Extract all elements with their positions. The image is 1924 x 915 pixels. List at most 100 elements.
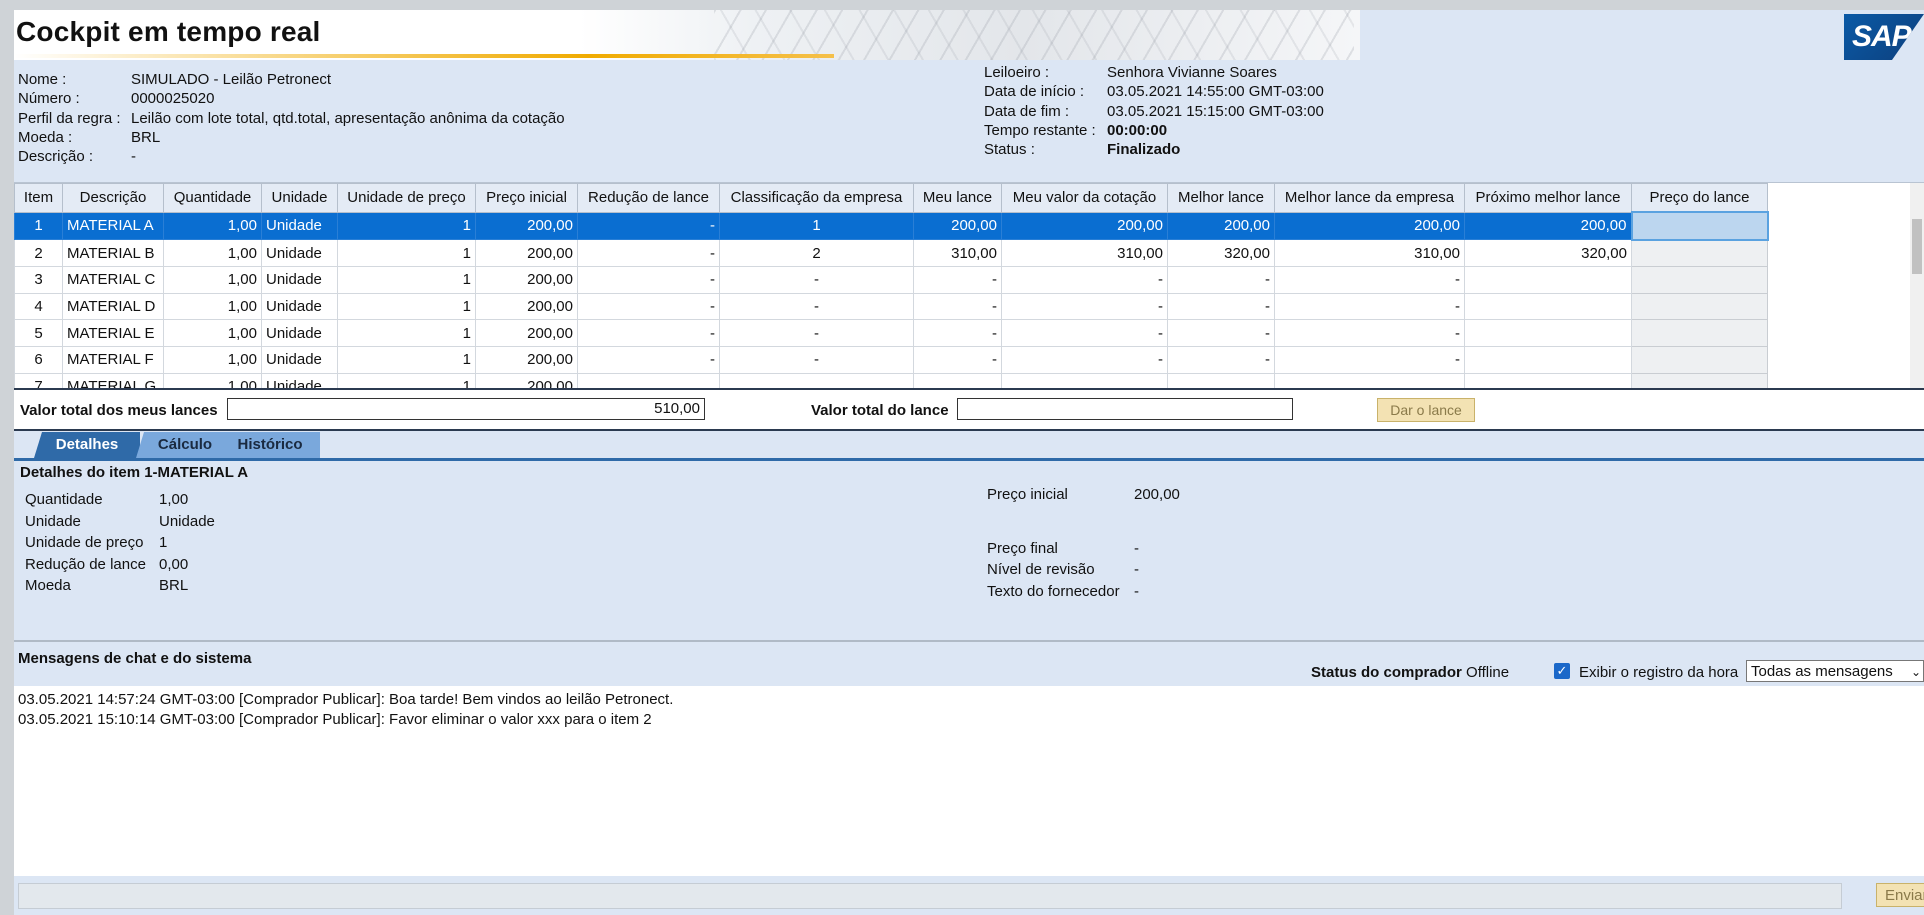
scrollbar-thumb[interactable] [1912,219,1922,274]
tab-calculo[interactable]: Cálculo [136,432,234,458]
chat-message-input[interactable] [18,883,1842,909]
column-header[interactable]: Meu valor da cotação [1001,183,1168,213]
table-cell: Unidade [261,266,338,294]
table-cell: 200,00 [1167,211,1275,241]
column-header[interactable]: Unidade [261,183,338,213]
table-cell: - [1274,266,1465,294]
table-cell: 1 [337,211,476,241]
table-cell: MATERIAL D [62,292,164,321]
table-row[interactable]: 6 MATERIAL F 1,00 Unidade 1 200,00- - - - - - [14,345,1768,374]
table-cell: 200,00 [475,266,578,294]
table-cell: MATERIAL B [62,239,164,268]
bid-total-field[interactable] [957,398,1293,420]
info-value: Senhora Vivianne Soares [1107,64,1277,81]
table-cell [1464,266,1632,294]
table-cell: - [577,319,720,347]
column-header[interactable]: Redução de lance [577,183,720,213]
cockpit-window: Cockpit em tempo real SAP Nome : SIMULADO… [14,10,1924,915]
column-header[interactable]: Preço do lance [1631,183,1768,213]
detail-row: Preço final - [987,538,1180,560]
bid-price-input[interactable] [1631,239,1768,268]
table-cell: 1,00 [163,292,262,321]
bid-price-input[interactable] [1631,292,1768,321]
table-row[interactable]: 4 MATERIAL D 1,00 Unidade 1 200,00- - - - - - [14,292,1768,321]
table-row[interactable]: 3 MATERIAL C 1,00 Unidade 1 200,00- - - - - - [14,266,1768,294]
info-value: 0000025020 [131,90,215,108]
table-cell: 1 [337,319,476,347]
table-row[interactable]: 1 MATERIAL A 1,00 Unidade 1 200,00-1 200,00 200… [14,211,1769,241]
tab-detalhes[interactable]: Detalhes [34,432,140,458]
info-row-end-date: Data de fim : 03.05.2021 15:15:00 GMT-03:… [984,102,1324,121]
table-cell: MATERIAL A [62,211,164,241]
detail-label: Texto do fornecedor [987,582,1120,600]
table-cell: 320,00 [1464,239,1632,268]
banner-accent-line [14,54,834,58]
column-header[interactable]: Item [14,183,63,213]
table-cell: MATERIAL E [62,319,164,347]
column-header[interactable]: Classificação da empresa [719,183,914,213]
table-cell: - [1167,319,1275,347]
info-row-start-date: Data de início : 03.05.2021 14:55:00 GMT-… [984,82,1324,101]
show-timestamp-label: Exibir o registro da hora [1579,664,1739,681]
column-header[interactable]: Descrição [62,183,164,213]
table-row[interactable]: 2 MATERIAL B 1,00 Unidade 1 200,00-2 310,00 310… [14,239,1768,268]
grid-scrollbar[interactable] [1910,183,1924,390]
table-cell: 4 [14,292,63,321]
info-label: Perfil da regra : [18,109,121,127]
table-cell: - [1274,292,1465,321]
sap-logo-text: SAP [1852,20,1912,53]
table-cell: - [1001,266,1168,294]
table-cell: Unidade [261,211,338,241]
chat-header: Mensagens de chat e do sistema Status do… [14,640,1924,688]
header-banner: Cockpit em tempo real [14,10,1360,60]
send-button[interactable]: Enviar [1876,883,1924,907]
bid-price-input[interactable] [1630,211,1769,241]
table-cell: 1,00 [163,319,262,347]
chat-message: 03.05.2021 14:57:24 GMT-03:00 [Comprador… [18,691,674,708]
detail-value: - [1134,582,1139,600]
info-row-currency: Moeda : BRL [18,128,565,147]
bid-price-input[interactable] [1631,319,1768,347]
detail-row: Unidade de preço 1 [25,532,215,554]
table-cell: - [1001,345,1168,374]
column-header[interactable]: Meu lance [913,183,1002,213]
table-cell: - [719,345,914,374]
table-cell: 1,00 [163,211,262,241]
table-cell: 320,00 [1167,239,1275,268]
items-table: Item Descrição Quantidade Unidade Unidad… [14,183,1769,390]
bid-price-input[interactable] [1631,266,1768,294]
table-cell: Unidade [261,345,338,374]
column-header[interactable]: Quantidade [163,183,262,213]
table-cell: 200,00 [475,345,578,374]
table-cell: 3 [14,266,63,294]
auction-info-right: Leiloeiro : Senhora Vivianne Soares Data … [984,63,1324,159]
column-header[interactable]: Melhor lance [1167,183,1275,213]
info-row-status: Status : Finalizado [984,140,1324,159]
bid-price-input[interactable] [1631,345,1768,374]
info-value: BRL [131,128,161,146]
message-filter-select[interactable]: Todas as mensagens ⌄ [1746,660,1924,682]
show-timestamp-checkbox[interactable]: ✓ [1554,663,1570,679]
items-grid: Item Descrição Quantidade Unidade Unidad… [14,182,1924,390]
info-label: Nome : [18,71,67,88]
place-bid-button[interactable]: Dar o lance [1377,398,1475,422]
info-label: Data de fim : [984,102,1070,120]
tab-historico[interactable]: Histórico [220,432,320,458]
detail-row: Redução de lance 0,00 [25,554,215,576]
info-row-number: Número : 0000025020 [18,89,565,108]
detail-row: Unidade Unidade [25,511,215,533]
sap-logo: SAP [1844,14,1924,60]
table-cell: - [1001,292,1168,321]
table-cell: 200,00 [475,292,578,321]
table-cell: MATERIAL F [62,345,164,374]
table-row[interactable]: 5 MATERIAL E 1,00 Unidade 1 200,00- - - - - - [14,319,1768,347]
column-header[interactable]: Próximo melhor lance [1464,183,1632,213]
info-label: Descrição : [18,148,94,166]
detail-row: Quantidade 1,00 [25,489,215,511]
table-cell: - [577,211,720,241]
table-cell: 200,00 [1274,211,1465,241]
column-header[interactable]: Melhor lance da empresa [1274,183,1465,213]
message-filter-value: Todas as mensagens [1751,663,1893,680]
column-header[interactable]: Preço inicial [475,183,578,213]
column-header[interactable]: Unidade de preço [337,183,476,213]
